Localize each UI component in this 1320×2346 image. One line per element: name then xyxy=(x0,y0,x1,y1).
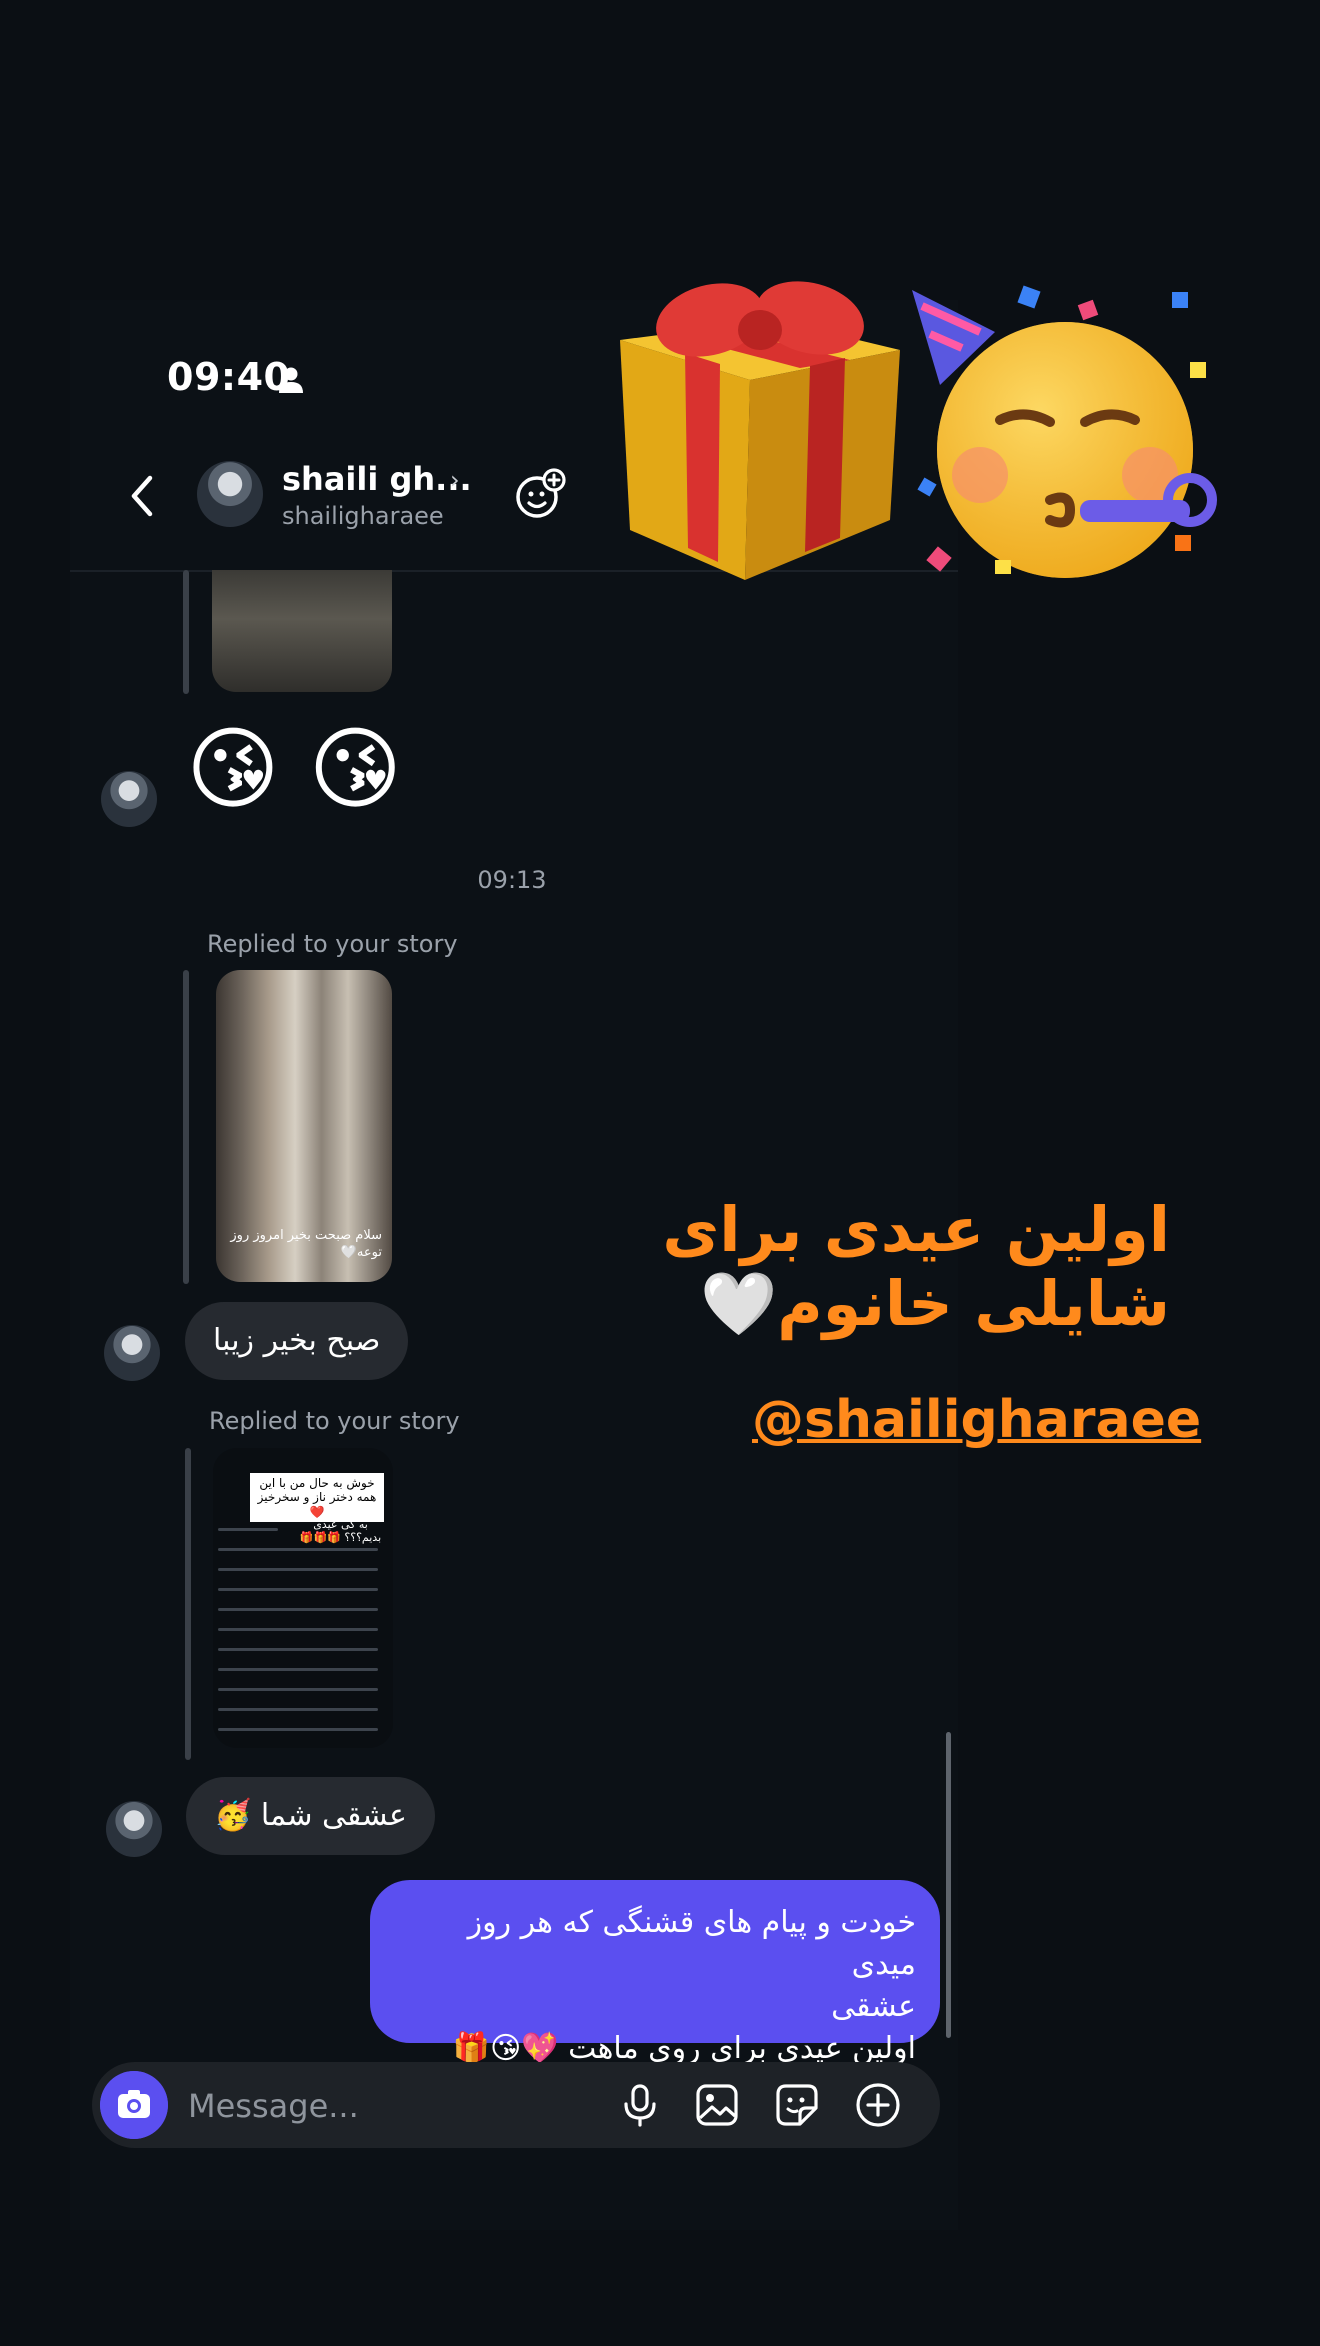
status-time: 09:40 xyxy=(167,355,291,399)
overlay-text-line: شایلی خانوم🤍 xyxy=(700,1267,1170,1340)
list-row xyxy=(218,1588,378,1591)
contact-avatar[interactable] xyxy=(197,461,263,527)
incoming-message[interactable]: صبح بخیر زیبا xyxy=(185,1302,409,1380)
outgoing-message[interactable]: خودت و پیام های قشنگی که هر روز میدی عشق… xyxy=(370,1880,940,2066)
story-thumbnail[interactable]: سلام صبحت بخیر امروز روز توعه🤍 xyxy=(216,970,392,1282)
reply-bar xyxy=(183,970,189,1284)
story-question: به کی عیدی بدیم؟؟؟ 🎁🎁🎁 xyxy=(299,1518,382,1544)
overlay-text-line: اولین عیدی برای xyxy=(662,1193,1170,1266)
message-input[interactable] xyxy=(186,2078,590,2134)
list-row xyxy=(218,1568,378,1571)
add-icon[interactable] xyxy=(853,2080,903,2130)
camera-button[interactable] xyxy=(100,2071,168,2139)
back-button[interactable] xyxy=(122,468,162,524)
gift-sticker xyxy=(620,281,900,580)
replied-label: Replied to your story xyxy=(207,930,458,958)
list-row xyxy=(218,1688,378,1691)
sticker-icon[interactable] xyxy=(772,2080,822,2130)
list-row xyxy=(218,1528,278,1531)
incoming-message[interactable]: عشقی شما 🥳 xyxy=(186,1777,435,1855)
list-row xyxy=(218,1728,378,1731)
sender-avatar[interactable] xyxy=(106,1801,162,1857)
list-row xyxy=(218,1628,378,1631)
list-row xyxy=(218,1608,378,1611)
story-caption: سلام صبحت بخیر امروز روز توعه🤍 xyxy=(230,1228,382,1261)
list-row xyxy=(218,1668,378,1671)
time-separator: 09:13 xyxy=(477,866,547,894)
partying-face-sticker xyxy=(912,285,1217,578)
scrollbar[interactable] xyxy=(946,1732,951,2038)
outgoing-line: خودت و پیام های قشنگی که هر روز میدی xyxy=(467,1905,916,1982)
outgoing-line: عشقی xyxy=(831,1989,916,2024)
reply-bar xyxy=(185,1448,191,1760)
story-thumbnail[interactable] xyxy=(212,570,392,692)
sender-avatar[interactable] xyxy=(104,1325,160,1381)
reply-bar xyxy=(183,570,189,694)
microphone-icon[interactable] xyxy=(615,2080,665,2130)
contact-name[interactable]: shaili gh... xyxy=(282,460,472,498)
list-row xyxy=(218,1648,378,1651)
list-row xyxy=(218,1708,378,1711)
gallery-icon[interactable] xyxy=(692,2080,742,2130)
story-thumbnail[interactable]: خوش به حال من با این همه دختر ناز و سخرخ… xyxy=(213,1448,393,1748)
chat-effects-icon[interactable] xyxy=(512,466,568,522)
mention-link[interactable]: @shailigharaee xyxy=(752,1390,1201,1450)
story-note: خوش به حال من با این همه دختر ناز و سخرخ… xyxy=(250,1473,384,1523)
emoji-message[interactable]: 😘 😘 xyxy=(186,725,402,815)
person-icon xyxy=(279,367,303,393)
chevron-right-icon[interactable]: › xyxy=(450,466,460,494)
replied-label: Replied to your story xyxy=(209,1407,460,1435)
list-row xyxy=(218,1548,378,1551)
sender-avatar[interactable] xyxy=(101,771,157,827)
contact-username[interactable]: shailigharaee xyxy=(282,502,444,530)
